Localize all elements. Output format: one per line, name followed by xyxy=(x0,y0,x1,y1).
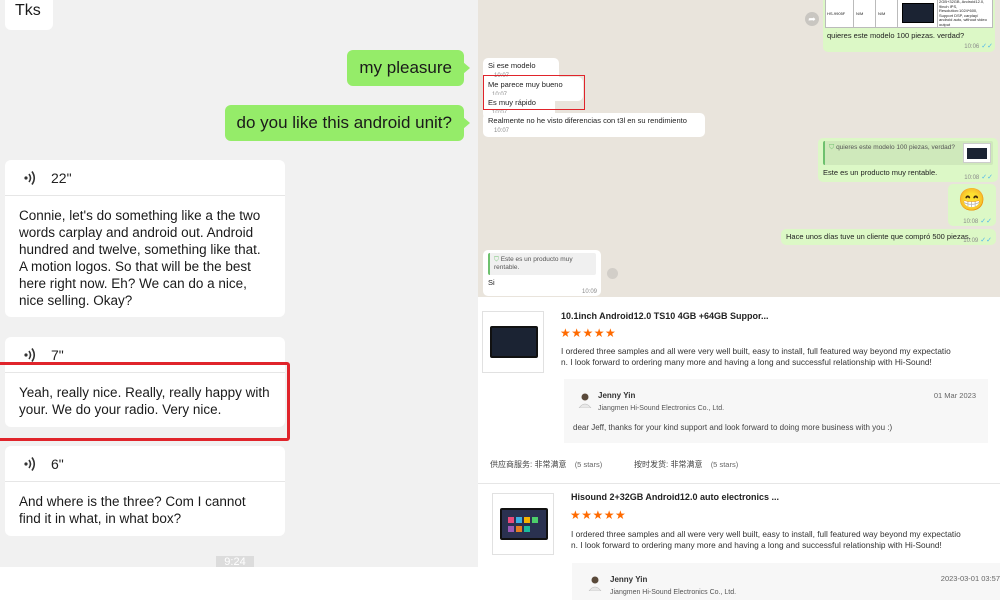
reply-date: 01 Mar 2023 xyxy=(933,391,976,400)
rating-label: 按时发货: 非常满意 xyxy=(634,460,703,469)
table-cell: N/M xyxy=(876,0,898,27)
voice-message-bubble[interactable]: 22" Connie, let's do something like a th… xyxy=(5,160,285,317)
rating-value: (5 stars) xyxy=(710,460,739,469)
seller-name: Jenny Yin xyxy=(598,391,636,400)
supplier-service-rating: 供应商服务: 非常满意 (5 stars) xyxy=(490,459,602,470)
reply-message[interactable]: ⛉ quieres este modelo 100 piezas, verdad… xyxy=(818,138,998,182)
product-table-message[interactable]: HS-9905F N/M N/M 2GB+32GB, Android12.0, … xyxy=(823,0,995,52)
seller-company: Jiangmen Hi-Sound Electronics Co., Ltd. xyxy=(598,405,725,412)
message-text: Si ese modelo xyxy=(488,61,536,70)
grinning-emoji-icon: 😁 xyxy=(958,187,986,212)
voice-transcript: And where is the three? Com I cannot fin… xyxy=(19,494,246,526)
review-line: I ordered three samples and all were ver… xyxy=(571,529,961,539)
seller-company: Jiangmen Hi-Sound Electronics Co., Ltd. xyxy=(610,589,737,596)
partial-message-bubble[interactable]: Tks xyxy=(5,0,53,30)
voice-duration: 22" xyxy=(51,169,72,186)
message-time: 10:09 xyxy=(581,289,597,295)
sent-message-text: do you like this android unit? xyxy=(236,113,452,132)
voice-message-bubble[interactable]: 6" And where is the three? Com I cannot … xyxy=(5,446,285,536)
outgoing-message[interactable]: Hace unos días tuve un cliente que compr… xyxy=(781,229,996,245)
read-ticks-icon: ✓✓ xyxy=(981,43,993,50)
product-image[interactable] xyxy=(492,493,554,555)
quote-icon: ⛉ xyxy=(494,256,499,263)
reply-message[interactable]: ⛉ Este es un producto muy rentable. Si 1… xyxy=(483,250,601,296)
message-text: Realmente no he visto diferencias con t3… xyxy=(488,116,687,125)
rating-value: (5 stars) xyxy=(574,460,603,469)
review-line: n. I look forward to ordering many more … xyxy=(561,357,932,367)
message-text: Si xyxy=(488,278,495,287)
table-cell: HS-9905F xyxy=(826,0,854,27)
quote-icon: ⛉ xyxy=(829,144,835,151)
whatsapp-chat-panel: ➦ HS-9905F N/M N/M 2GB+32GB, Android12.0… xyxy=(478,0,1000,297)
chat-timestamp: 9:24 xyxy=(216,556,254,567)
incoming-message[interactable]: Realmente no he visto diferencias con t3… xyxy=(483,113,705,137)
on-time-shipping-rating: 按时发货: 非常满意 (5 stars) xyxy=(634,459,738,470)
voice-duration: 6" xyxy=(51,455,64,472)
message-text: quieres este modelo 100 piezas. verdad? xyxy=(827,31,965,40)
sent-message-bubble[interactable]: do you like this android unit? xyxy=(224,105,471,141)
voice-wave-icon xyxy=(24,170,36,185)
product-image[interactable] xyxy=(482,311,544,373)
voice-wave-icon xyxy=(24,347,36,362)
message-time: 10:07 xyxy=(494,128,510,134)
voice-duration: 7" xyxy=(51,346,64,363)
review-line: n. I look forward to ordering many more … xyxy=(571,540,942,550)
message-time: 10:08 xyxy=(963,219,979,225)
wechat-chat-panel: Tks my pleasure do you like this android… xyxy=(0,0,478,567)
sent-message-bubble[interactable]: my pleasure xyxy=(347,50,470,86)
divider xyxy=(478,483,1000,484)
voice-play-row[interactable]: 22" xyxy=(5,160,285,196)
voice-wave-icon xyxy=(24,456,36,471)
product-title[interactable]: Hisound 2+32GB Android12.0 auto electron… xyxy=(571,492,779,502)
read-ticks-icon: ✓✓ xyxy=(981,174,993,181)
quoted-message: ⛉ Este es un producto muy rentable. xyxy=(488,253,596,275)
avatar xyxy=(588,576,602,591)
avatar xyxy=(578,393,592,408)
message-text: Hace unos días tuve un cliente que compr… xyxy=(786,232,971,241)
review-text: I ordered three samples and all were ver… xyxy=(561,346,981,368)
quoted-text: quieres este modelo 100 piezas, verdad? xyxy=(836,144,955,151)
table-cell: N/M xyxy=(854,0,876,27)
quoted-text: Este es un producto muy rentable. xyxy=(494,256,573,271)
forward-icon[interactable]: ➦ xyxy=(805,12,819,26)
quoted-message: ⛉ quieres este modelo 100 piezas, verdad… xyxy=(823,141,993,165)
voice-transcript: Connie, let's do something like a the tw… xyxy=(19,208,261,308)
star-rating: ★★★★★ xyxy=(560,326,617,340)
read-ticks-icon: ✓✓ xyxy=(980,218,992,225)
reply-text: dear Jeff, thanks for your kind support … xyxy=(573,423,893,432)
reviews-panel: 10.1inch Android12.0 TS10 4GB +64GB Supp… xyxy=(478,297,1000,600)
react-icon[interactable] xyxy=(607,268,618,279)
product-table: HS-9905F N/M N/M 2GB+32GB, Android12.0, … xyxy=(825,0,993,28)
review-text: I ordered three samples and all were ver… xyxy=(571,529,996,551)
voice-play-row[interactable]: 6" xyxy=(5,446,285,482)
product-title[interactable]: 10.1inch Android12.0 TS10 4GB +64GB Supp… xyxy=(561,311,768,321)
partial-message-text: Tks xyxy=(15,2,41,19)
review-line: I ordered three samples and all were ver… xyxy=(561,346,951,356)
message-time: 10:08 xyxy=(964,175,980,181)
message-time: 10:06 xyxy=(964,44,980,50)
sent-message-text: my pleasure xyxy=(359,58,452,77)
star-rating: ★★★★★ xyxy=(570,508,627,522)
read-ticks-icon: ✓✓ xyxy=(980,237,992,244)
seller-name: Jenny Yin xyxy=(610,575,648,584)
message-time: 10:09 xyxy=(963,238,979,244)
rating-label: 供应商服务: 非常满意 xyxy=(490,460,567,469)
reply-date: 2023-03-01 03:57 xyxy=(940,574,1000,583)
highlight-box xyxy=(483,75,585,110)
emoji-message[interactable]: 😁 10:08 ✓✓ xyxy=(948,184,996,226)
message-text: Este es un producto muy rentable. xyxy=(823,168,938,177)
product-thumbnail xyxy=(898,0,938,27)
table-cell-spec: 2GB+32GB, Android12.0, 9inch IPS, Resolu… xyxy=(939,0,987,27)
quote-thumbnail xyxy=(963,143,991,163)
highlight-box xyxy=(0,362,290,441)
